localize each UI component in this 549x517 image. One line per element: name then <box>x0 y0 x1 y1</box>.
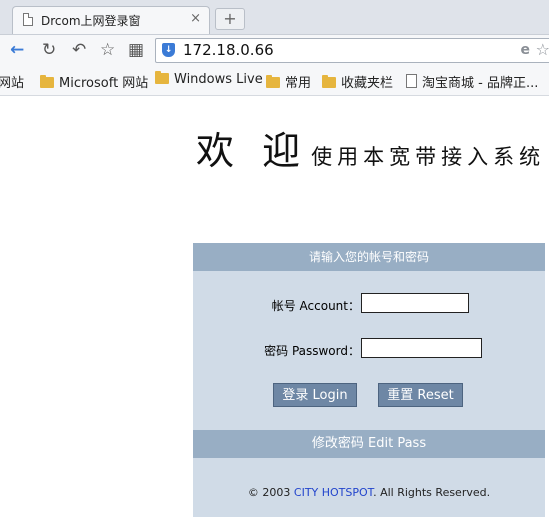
bookmark-item[interactable]: 网站 <box>0 72 24 91</box>
login-button[interactable]: 登录 Login <box>273 383 357 407</box>
new-tab-button[interactable]: + <box>215 8 245 30</box>
address-bar[interactable]: ↓ 172.18.0.66 e ☆ <box>155 38 549 63</box>
folder-icon <box>155 71 169 84</box>
welcome-title: 欢 迎 <box>196 129 309 173</box>
bookmark-item-microsoft[interactable]: Microsoft 网站 <box>40 72 148 91</box>
welcome-subtitle: 使用本宽带接入系统 <box>311 145 546 169</box>
bookmark-item-common[interactable]: 常用 <box>266 72 311 91</box>
copyright-prefix: © 2003 <box>247 486 291 499</box>
undo-icon[interactable]: ↶ <box>72 40 86 60</box>
city-hotspot-link[interactable]: CITY HOTSPOT <box>294 486 373 499</box>
toolbar: ← ↻ ↶ ☆ ▦ ↓ 172.18.0.66 e ☆ <box>0 35 549 67</box>
bookmark-item-windows-live[interactable]: Windows Live <box>155 71 263 87</box>
account-label: 帐号 Account： <box>271 299 360 313</box>
form-header: 请输入您的帐号和密码 <box>193 243 545 271</box>
account-input[interactable] <box>361 293 469 313</box>
folder-icon <box>322 75 336 88</box>
back-icon[interactable]: ← <box>10 40 24 60</box>
page-icon <box>406 74 417 88</box>
close-icon[interactable]: × <box>190 11 201 26</box>
edit-password-link[interactable]: 修改密码 Edit Pass <box>193 430 545 458</box>
folder-icon <box>266 75 280 88</box>
reset-button[interactable]: 重置 Reset <box>378 383 463 407</box>
login-panel: 请输入您的帐号和密码 帐号 Account： 密码 Password： 登录 L… <box>193 243 545 517</box>
url-text[interactable]: 172.18.0.66 <box>183 41 274 59</box>
welcome-heading: 欢 迎使用本宽带接入系统 <box>196 120 545 175</box>
apps-icon[interactable]: ▦ <box>128 40 144 60</box>
copyright: © 2003 CITY HOTSPOT. All Rights Reserved… <box>193 486 545 499</box>
page-icon <box>23 13 33 26</box>
copyright-suffix: . All Rights Reserved. <box>373 486 491 499</box>
reload-icon[interactable]: ↻ <box>42 40 56 60</box>
password-label: 密码 Password： <box>264 344 360 358</box>
tab-drcom[interactable]: Drcom上网登录窗 × <box>12 6 210 34</box>
bookmark-item-tmall[interactable]: 淘宝商城 - 品牌正... <box>406 72 538 91</box>
bookmark-item-favorites[interactable]: 收藏夹栏 <box>322 72 393 91</box>
ie-icon[interactable]: e <box>521 42 531 58</box>
bookmark-icon[interactable]: ☆ <box>536 40 549 59</box>
folder-icon <box>40 75 54 88</box>
tab-title: Drcom上网登录窗 <box>41 14 141 28</box>
star-icon[interactable]: ☆ <box>100 40 115 60</box>
tab-strip: Drcom上网登录窗 × + <box>0 0 549 35</box>
password-input[interactable] <box>361 338 482 358</box>
shield-icon: ↓ <box>162 43 175 57</box>
bookmarks-bar: 网站 Microsoft 网站 Windows Live 常用 收藏夹栏 淘宝商… <box>0 67 549 96</box>
